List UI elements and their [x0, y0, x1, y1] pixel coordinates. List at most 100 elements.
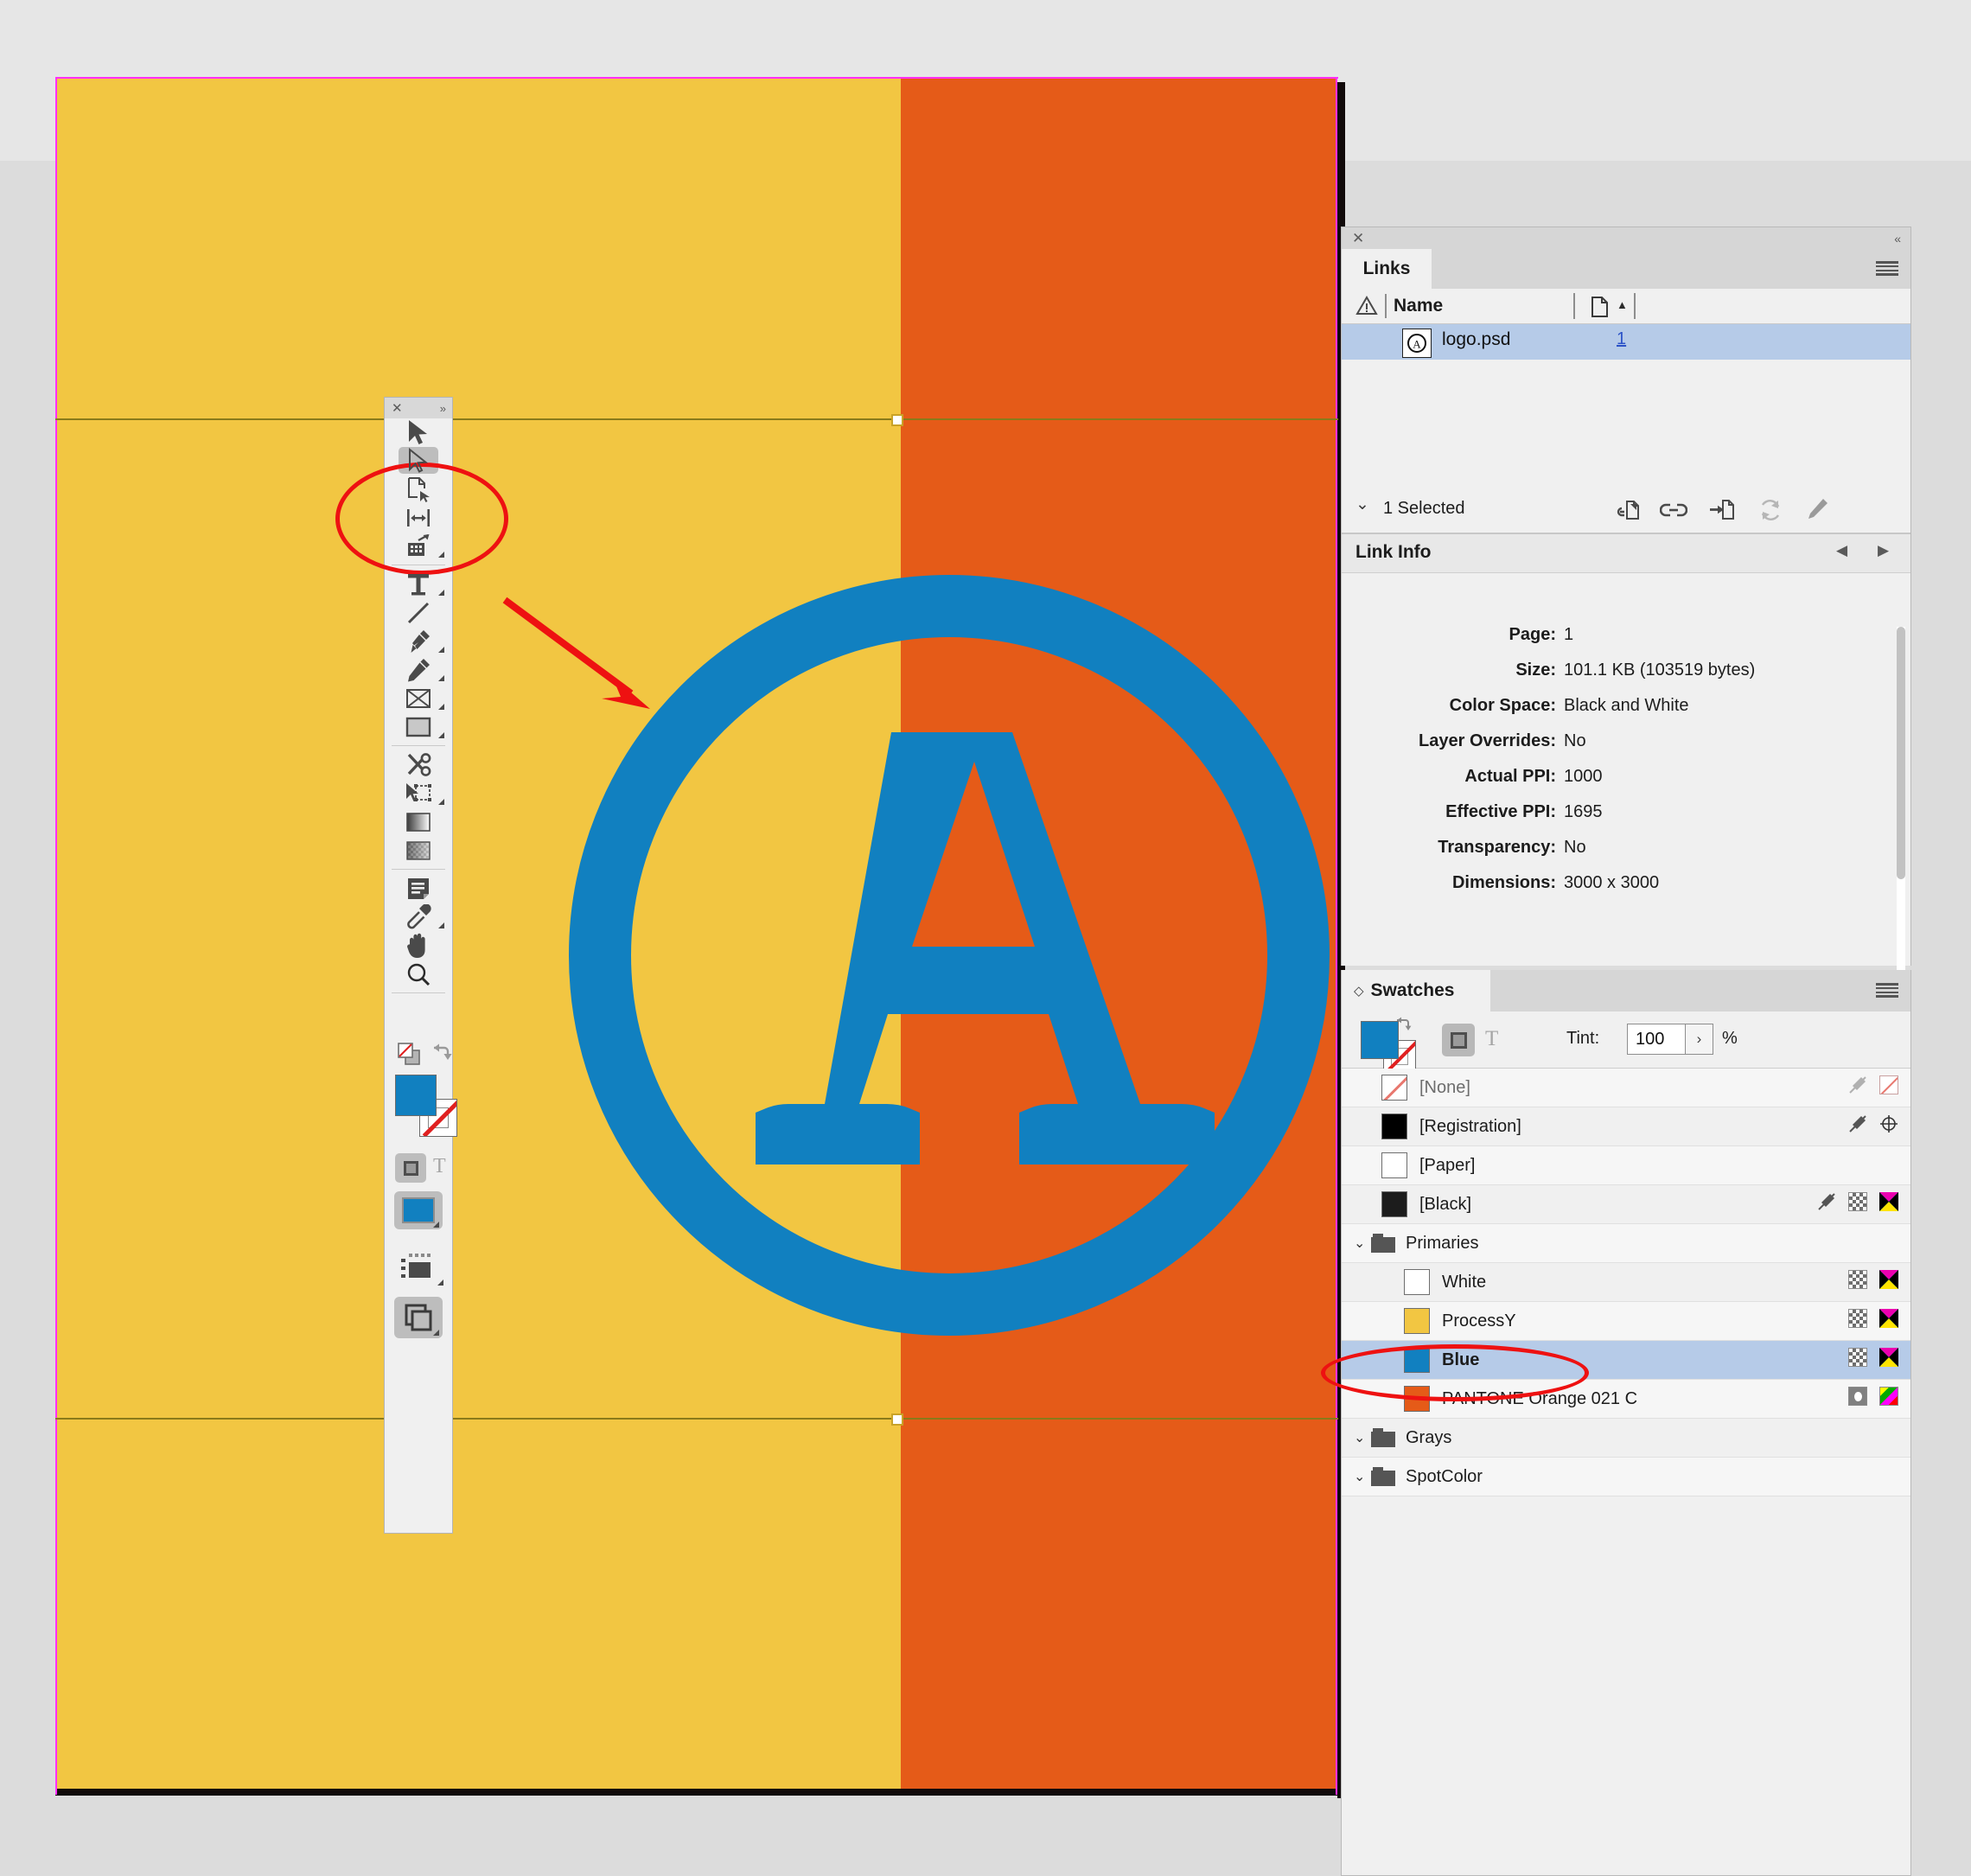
screen-mode-button[interactable] [385, 1249, 452, 1287]
selection-handle-bottom[interactable] [891, 1413, 903, 1426]
formatting-target-controls[interactable]: T [385, 1152, 452, 1186]
swatches-tab-row[interactable]: ◇ Swatches [1342, 970, 1910, 1011]
swatch-chip [1381, 1152, 1407, 1178]
swatch-name: [None] [1419, 1077, 1470, 1097]
expand-icon[interactable]: » [440, 403, 446, 414]
swatch-row-registration[interactable]: [Registration] [1342, 1107, 1910, 1146]
none-icon [1879, 1075, 1898, 1094]
sort-ascending-icon[interactable]: ▲ [1617, 298, 1628, 311]
flyout-indicator-icon[interactable] [438, 552, 444, 558]
formatting-affects-text-icon[interactable]: T [1485, 1027, 1498, 1051]
embed-link-icon[interactable] [1708, 498, 1736, 522]
default-fill-stroke-icon[interactable] [397, 1042, 423, 1070]
column-divider [1385, 294, 1387, 318]
tab-swatches[interactable]: ◇ Swatches [1342, 970, 1490, 1011]
gradient-swatch-tool[interactable] [385, 807, 452, 836]
selection-handle-top[interactable] [891, 414, 903, 426]
next-icon[interactable]: ▶ [1878, 542, 1889, 559]
selection-tool[interactable] [385, 418, 452, 446]
tint-stepper[interactable]: › [1686, 1024, 1713, 1055]
note-tool[interactable] [385, 874, 452, 903]
swatch-group-grays[interactable]: ⌄ Grays [1342, 1419, 1910, 1458]
flyout-indicator-icon[interactable] [438, 675, 444, 681]
flyout-indicator-icon[interactable] [438, 922, 444, 928]
formatting-affects-container-icon[interactable] [1442, 1024, 1475, 1056]
frame-tool[interactable] [385, 684, 452, 712]
page-icon[interactable] [1591, 296, 1610, 318]
panel-menu-icon[interactable] [1876, 261, 1898, 276]
swap-fill-stroke-icon[interactable] [431, 1041, 453, 1068]
fill-stroke-controls[interactable] [385, 1068, 457, 1147]
chevron-down-icon[interactable]: ⌄ [1354, 1429, 1371, 1446]
close-icon[interactable]: ✕ [1352, 231, 1364, 246]
swatch-row-black[interactable]: [Black] [1342, 1185, 1910, 1224]
update-link-icon[interactable] [1758, 499, 1783, 521]
zoom-tool[interactable] [385, 960, 452, 988]
panel-menu-icon[interactable] [1876, 983, 1898, 998]
close-icon[interactable]: ✕ [392, 402, 403, 415]
swatch-status-icons [1848, 1387, 1898, 1406]
tint-label: Tint: [1566, 1029, 1600, 1048]
toolbar-divider [392, 869, 445, 870]
swatch-group-primaries[interactable]: ⌄ Primaries [1342, 1224, 1910, 1263]
flyout-indicator-icon[interactable] [438, 799, 444, 805]
link-name[interactable]: logo.psd [1442, 329, 1510, 350]
swatches-panel[interactable]: ◇ Swatches T Tint: 100 › % [None] [Regis… [1341, 970, 1911, 1876]
formatting-affects-text-icon[interactable]: T [433, 1155, 446, 1178]
swatch-group-spotcolor[interactable]: ⌄ SpotColor [1342, 1458, 1910, 1496]
hand-tool[interactable] [385, 931, 452, 960]
scissors-tool[interactable] [385, 750, 452, 779]
link-page-number[interactable]: 1 [1617, 329, 1626, 349]
field-label: Dimensions: [1451, 873, 1556, 892]
links-tab-row[interactable]: Links [1342, 249, 1910, 289]
pen-tool[interactable] [385, 627, 452, 655]
column-header-name[interactable]: Name [1394, 296, 1443, 316]
chevron-down-icon[interactable]: ⌄ [1354, 1468, 1371, 1485]
flyout-indicator-icon[interactable] [438, 732, 444, 738]
scrollbar-thumb[interactable] [1897, 627, 1905, 879]
links-panel[interactable]: ✕ « Links Name ▲ A logo.psd 1 ⌄ 1 Select… [1341, 227, 1911, 983]
rectangle-tool[interactable] [385, 712, 452, 741]
swatch-row-none[interactable]: [None] [1342, 1069, 1910, 1107]
gradient-feather-tool[interactable] [385, 836, 452, 865]
swatch-chip [1381, 1075, 1407, 1101]
line-tool[interactable] [385, 598, 452, 627]
prev-icon[interactable]: ◀ [1836, 542, 1847, 559]
swatch-row-white[interactable]: White [1342, 1263, 1910, 1302]
relink-icon[interactable] [1615, 498, 1641, 522]
links-panel-titlebar[interactable]: ✕ « [1342, 227, 1910, 249]
fill-swatch[interactable] [395, 1075, 437, 1116]
edit-original-icon[interactable] [1805, 498, 1829, 522]
eyedropper-tool[interactable] [385, 903, 452, 931]
flyout-indicator-icon[interactable] [438, 704, 444, 710]
tab-links[interactable]: Links [1342, 249, 1432, 289]
flyout-indicator-icon[interactable] [438, 590, 444, 596]
pencil-tool[interactable] [385, 655, 452, 684]
tools-panel-titlebar[interactable]: ✕ » [385, 398, 452, 418]
formatting-affects-container-icon[interactable] [395, 1153, 426, 1183]
type-tool[interactable] [385, 570, 452, 598]
toolbar-divider [392, 992, 445, 993]
margin-guide-left [55, 77, 57, 1795]
apply-color-button[interactable] [394, 1191, 443, 1229]
flyout-indicator-icon[interactable] [438, 647, 444, 653]
table-row[interactable]: A logo.psd 1 [1342, 324, 1910, 360]
free-transform-tool[interactable] [385, 779, 452, 807]
checker-icon [1848, 1270, 1867, 1289]
chevron-down-icon[interactable]: ⌄ [1354, 1235, 1371, 1252]
document-page[interactable] [55, 78, 1337, 1794]
checker-icon [1848, 1192, 1867, 1211]
tint-input[interactable]: 100 [1627, 1024, 1686, 1055]
chevron-down-icon[interactable]: ⌄ [1355, 495, 1369, 514]
tint-value: 100 [1636, 1030, 1665, 1049]
cmyk-icon [1879, 1270, 1898, 1289]
swap-fill-stroke-icon[interactable] [1394, 1015, 1413, 1032]
swatch-row-processy[interactable]: ProcessY [1342, 1302, 1910, 1341]
field-label: Size: [1515, 660, 1556, 680]
swatches-toolbar[interactable]: T Tint: 100 › % [1342, 1011, 1910, 1073]
collapse-icon[interactable]: « [1894, 233, 1901, 245]
swatch-row-paper[interactable]: [Paper] [1342, 1146, 1910, 1185]
view-mode-button[interactable] [394, 1297, 443, 1338]
link-info-title: Link Info [1355, 542, 1432, 562]
go-to-link-icon[interactable] [1660, 501, 1687, 520]
